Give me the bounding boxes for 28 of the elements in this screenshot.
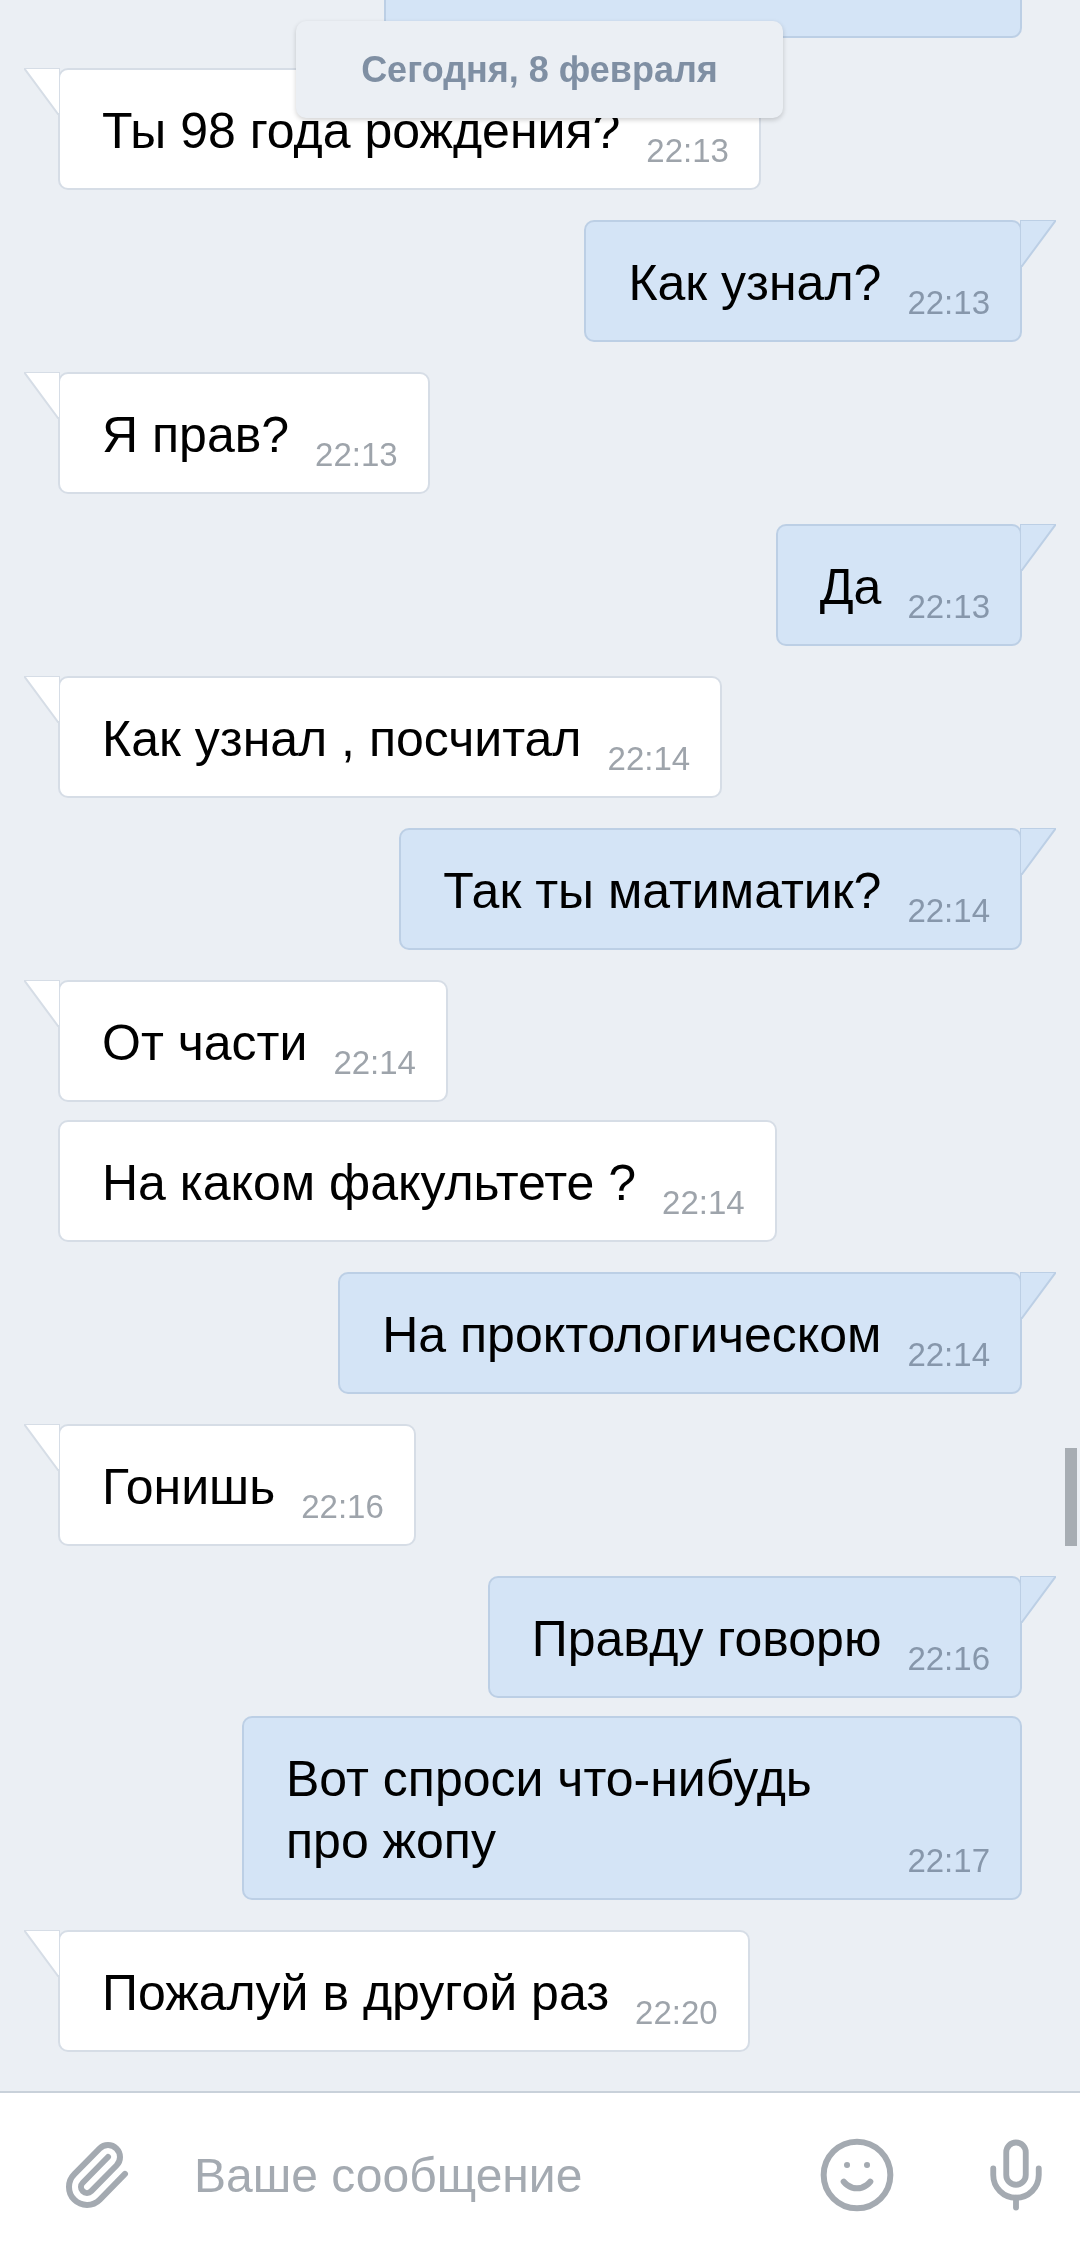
message-time: 22:14 [907, 1336, 990, 1374]
message-field[interactable]: Ваше сообщение [192, 2146, 817, 2204]
message-time: 22:14 [662, 1184, 745, 1222]
message-text: Правду говорю [531, 1610, 882, 1669]
message-text: На проктологическом [382, 1306, 882, 1365]
message-text: Пожалуй в другой раз [102, 1964, 610, 2023]
scrollbar[interactable] [1065, 1448, 1077, 1546]
message-text: Я прав? [102, 406, 290, 465]
message-time: 22:16 [301, 1488, 384, 1526]
message-text: От части [102, 1014, 308, 1073]
message-time: 22:17 [907, 1842, 990, 1880]
message-time: 22:13 [907, 588, 990, 626]
message-time: 22:13 [907, 284, 990, 322]
message-text: Так ты матиматик? [443, 862, 882, 921]
message-text: Да [819, 558, 882, 617]
message-text: Как узнал? [628, 254, 882, 313]
message-time: 22:13 [646, 132, 729, 170]
message-text: Как узнал , посчитал [102, 710, 582, 769]
message-time: 22:13 [315, 436, 398, 474]
message-time: 22:20 [635, 1994, 718, 2032]
message-text: Вот спроси что-нибудь про жопу [286, 1750, 813, 1871]
message-time: 22:16 [907, 1640, 990, 1678]
message-time: 22:14 [907, 892, 990, 930]
message-text: На каком факультете ? [102, 1154, 637, 1213]
message-text: Гонишь [102, 1458, 276, 1517]
date-label: Сегодня, 8 февраля [296, 21, 783, 118]
message-time: 22:14 [607, 740, 691, 778]
message-time: 22:14 [333, 1044, 416, 1082]
